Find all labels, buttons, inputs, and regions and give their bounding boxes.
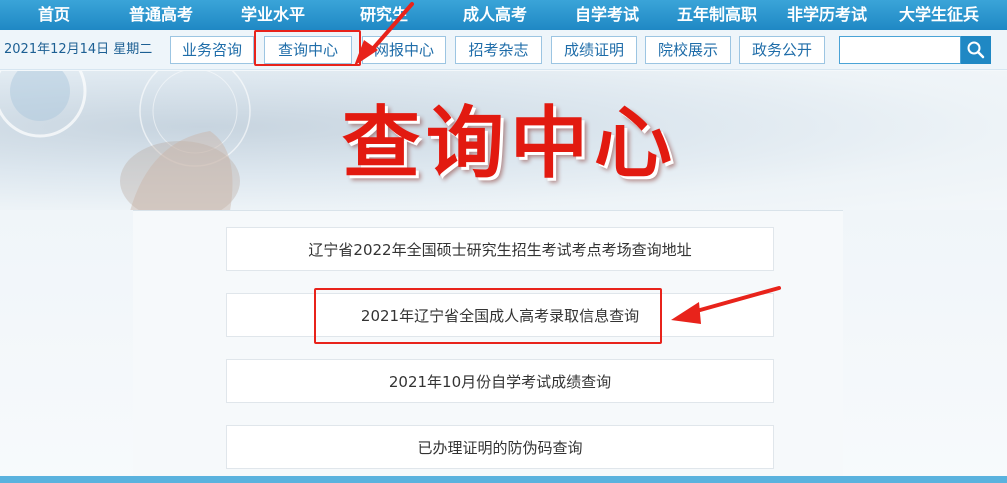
tab-online-registration[interactable]: 网报中心 xyxy=(362,36,446,64)
nav-item-home[interactable]: 首页 xyxy=(38,0,70,30)
search-icon xyxy=(967,41,985,59)
query-item-self-study-scores[interactable]: 2021年10月份自学考试成绩查询 xyxy=(226,359,774,403)
query-item-graduate-exam-venue[interactable]: 辽宁省2022年全国硕士研究生招生考试考点考场查询地址 xyxy=(226,227,774,271)
panel-side-right xyxy=(843,210,1007,483)
tab-score-certificate[interactable]: 成绩证明 xyxy=(551,36,637,64)
query-item-anti-counterfeit[interactable]: 已办理证明的防伪码查询 xyxy=(226,425,774,469)
sub-toolbar: 2021年12月14日 星期二 业务咨询 查询中心 网报中心 招考杂志 成绩证明… xyxy=(0,30,1007,70)
nav-item-vocational[interactable]: 五年制高职 xyxy=(677,0,757,30)
tab-consult[interactable]: 业务咨询 xyxy=(170,36,254,64)
top-navigation: 首页 普通高考 学业水平 研究生 成人高考 自学考试 五年制高职 非学历考试 大… xyxy=(0,0,1007,30)
tab-magazine[interactable]: 招考杂志 xyxy=(455,36,542,64)
nav-item-self-study[interactable]: 自学考试 xyxy=(575,0,639,30)
search-input[interactable] xyxy=(839,36,961,64)
nav-item-gaokao[interactable]: 普通高考 xyxy=(129,0,193,30)
current-date: 2021年12月14日 星期二 xyxy=(4,42,153,57)
nav-item-xueye[interactable]: 学业水平 xyxy=(241,0,305,30)
query-item-adult-exam-admission[interactable]: 2021年辽宁省全国成人高考录取信息查询 xyxy=(226,293,774,337)
search-button[interactable] xyxy=(961,36,991,64)
tab-government-affairs[interactable]: 政务公开 xyxy=(739,36,825,64)
nav-item-adult-exam[interactable]: 成人高考 xyxy=(463,0,527,30)
banner-decoration xyxy=(0,71,251,211)
nav-item-non-degree[interactable]: 非学历考试 xyxy=(787,0,867,30)
banner-title: 查询中心 xyxy=(341,98,678,189)
panel-side-left xyxy=(0,210,133,483)
nav-item-recruit[interactable]: 大学生征兵 xyxy=(899,0,979,30)
nav-item-graduate[interactable]: 研究生 xyxy=(360,0,408,30)
banner: 查询中心 xyxy=(0,71,1007,211)
bottom-bar xyxy=(0,476,1007,483)
tab-colleges[interactable]: 院校展示 xyxy=(645,36,731,64)
tab-query-center[interactable]: 查询中心 xyxy=(264,36,352,64)
